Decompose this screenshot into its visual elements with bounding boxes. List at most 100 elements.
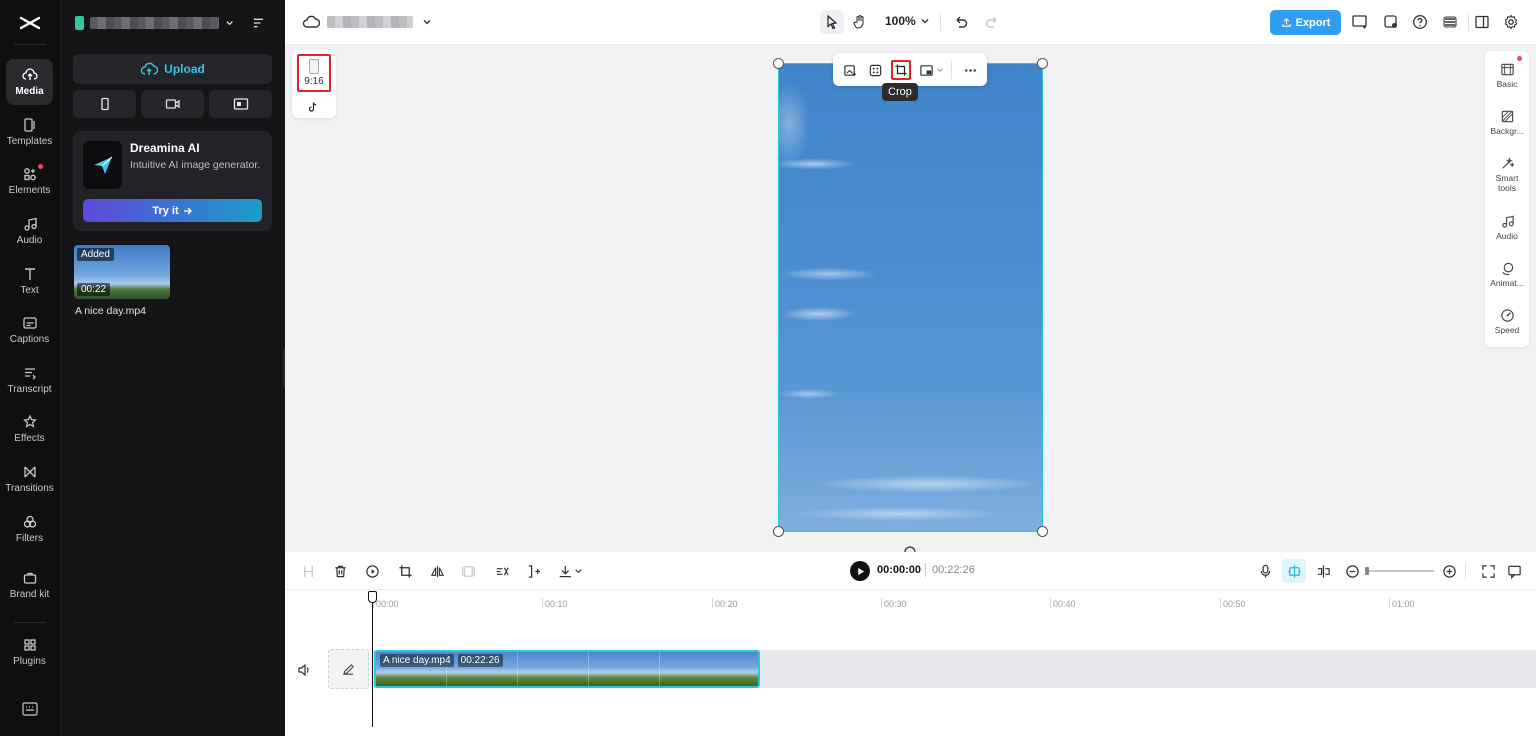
download-menu-icon[interactable] <box>556 562 584 580</box>
ruler-tick <box>1220 598 1221 608</box>
prop-basic[interactable]: Basic <box>1485 56 1529 89</box>
media-item-thumbnail[interactable]: Added 00:22 <box>74 245 170 299</box>
hand-tool-icon[interactable] <box>850 12 870 32</box>
settings-gear-icon[interactable] <box>1501 12 1521 32</box>
track-volume-icon[interactable] <box>297 663 311 677</box>
redo-icon[interactable] <box>982 12 1002 32</box>
upload-button[interactable]: Upload <box>73 54 272 84</box>
record-video-button[interactable] <box>141 90 204 118</box>
video-clip[interactable]: A nice day.mp4 00:22:26 <box>374 650 760 688</box>
split-screen-icon[interactable] <box>1314 562 1332 580</box>
help-icon[interactable] <box>1410 12 1430 32</box>
zoom-slider-knob[interactable] <box>1365 567 1369 575</box>
more-options-icon[interactable] <box>960 60 980 80</box>
rail-item-plugins[interactable]: Plugins <box>6 629 53 675</box>
magnet-snap-icon <box>1287 564 1301 578</box>
timeline-zoom-slider[interactable] <box>1365 567 1434 575</box>
rail-item-captions[interactable]: Captions <box>6 307 53 353</box>
background-icon <box>1501 110 1513 123</box>
rail-label-text: Text <box>20 285 39 296</box>
tiktok-icon[interactable] <box>307 101 319 113</box>
rail-label-plugins: Plugins <box>13 656 46 667</box>
canvas-stage: 9:16 Crop Basic Backgr... Smart tools Au… <box>285 45 1536 552</box>
timeline[interactable]: 00:00 00:10 00:20 00:30 00:40 00:50 01:00 A ni… <box>285 591 1536 736</box>
clip-frame <box>660 652 731 686</box>
fit-timeline-icon[interactable] <box>1479 562 1497 580</box>
present-icon[interactable] <box>1350 12 1370 32</box>
prop-speed[interactable]: Speed <box>1485 308 1529 335</box>
video-preview[interactable] <box>778 63 1043 532</box>
prop-animation[interactable]: Animat... <box>1485 261 1529 288</box>
crop-icon[interactable] <box>396 562 414 580</box>
rail-item-transitions[interactable]: Transitions <box>5 456 54 502</box>
export-button[interactable]: Export <box>1270 10 1341 35</box>
smart-cutout-icon[interactable] <box>865 60 885 80</box>
export-label: Export <box>1295 16 1331 29</box>
phone-upload-button[interactable] <box>73 90 136 118</box>
resize-handle-bottom-left[interactable] <box>773 526 784 537</box>
prop-smart-tools[interactable]: Smart tools <box>1485 156 1529 193</box>
select-tool-button[interactable] <box>820 10 844 34</box>
rail-item-transcript[interactable]: Transcript <box>6 357 53 403</box>
rail-item-media[interactable]: Media <box>6 59 53 105</box>
toolbar-divider <box>951 61 952 79</box>
zoom-selector[interactable]: 100% <box>885 14 930 28</box>
rail-item-audio[interactable]: Audio <box>6 208 53 254</box>
track-cover-edit[interactable] <box>328 649 369 689</box>
comment-icon[interactable] <box>1505 562 1523 580</box>
ruler-label: 01:00 <box>1392 599 1415 609</box>
play-button[interactable] <box>850 561 870 581</box>
crop-button[interactable] <box>891 60 911 80</box>
playhead[interactable] <box>372 591 373 727</box>
workspace-selector[interactable] <box>75 12 265 34</box>
capcut-logo-icon[interactable] <box>18 12 42 34</box>
prop-animation-label: Animat... <box>1490 278 1524 288</box>
chevron-down-icon[interactable] <box>417 12 437 32</box>
try-it-button[interactable]: Try it <box>83 199 262 222</box>
rail-item-text[interactable]: Text <box>6 258 53 304</box>
snap-toggle[interactable] <box>1282 559 1306 583</box>
added-badge: Added <box>77 248 114 261</box>
replace-media-icon[interactable] <box>840 60 860 80</box>
animation-icon <box>1501 262 1513 276</box>
layers-icon[interactable] <box>1440 12 1460 32</box>
chevron-down-icon[interactable] <box>934 60 946 80</box>
flip-icon[interactable] <box>428 562 446 580</box>
picture-in-picture-icon[interactable] <box>916 60 936 80</box>
rail-item-brand-kit[interactable]: Brand kit <box>6 560 53 610</box>
delete-icon[interactable] <box>331 562 349 580</box>
sort-icon[interactable] <box>252 16 265 30</box>
rail-item-effects[interactable]: Effects <box>6 406 53 452</box>
rotate-handle-icon[interactable] <box>903 545 917 552</box>
share-review-icon[interactable] <box>1381 12 1401 32</box>
rail-item-filters[interactable]: Filters <box>6 506 53 552</box>
prop-background[interactable]: Backgr... <box>1485 109 1529 136</box>
resize-handle-bottom-right[interactable] <box>1037 526 1048 537</box>
zoom-in-icon[interactable] <box>1440 562 1458 580</box>
properties-rail: Basic Backgr... Smart tools Audio Animat… <box>1485 51 1529 347</box>
split-icon[interactable] <box>299 562 317 580</box>
record-screen-button[interactable] <box>209 90 272 118</box>
microphone-icon[interactable] <box>1256 562 1274 580</box>
keyboard-shortcuts-icon[interactable] <box>22 702 38 716</box>
playhead-handle[interactable] <box>368 591 377 603</box>
freeze-frame-icon[interactable] <box>459 562 477 580</box>
prop-basic-label: Basic <box>1496 79 1518 89</box>
zoom-out-icon[interactable] <box>1343 562 1361 580</box>
aspect-ratio-button[interactable]: 9:16 <box>297 54 331 92</box>
resize-handle-top-left[interactable] <box>773 58 784 69</box>
trim-icon[interactable] <box>524 562 542 580</box>
promo-title: Dreamina AI <box>130 141 200 155</box>
rail-item-elements[interactable]: Elements <box>6 158 53 204</box>
undo-icon[interactable] <box>951 12 971 32</box>
prop-audio[interactable]: Audio <box>1485 214 1529 241</box>
resize-handle-top-right[interactable] <box>1037 58 1048 69</box>
toolbar-divider <box>940 13 941 31</box>
brand-kit-icon <box>23 572 36 584</box>
cloud-sync-icon[interactable] <box>301 12 321 32</box>
speed-curve-icon[interactable] <box>493 562 511 580</box>
rail-item-templates[interactable]: Templates <box>6 109 53 155</box>
panel-layout-icon[interactable] <box>1472 12 1492 32</box>
reverse-play-icon[interactable] <box>363 562 381 580</box>
project-name-redacted[interactable] <box>327 16 413 28</box>
